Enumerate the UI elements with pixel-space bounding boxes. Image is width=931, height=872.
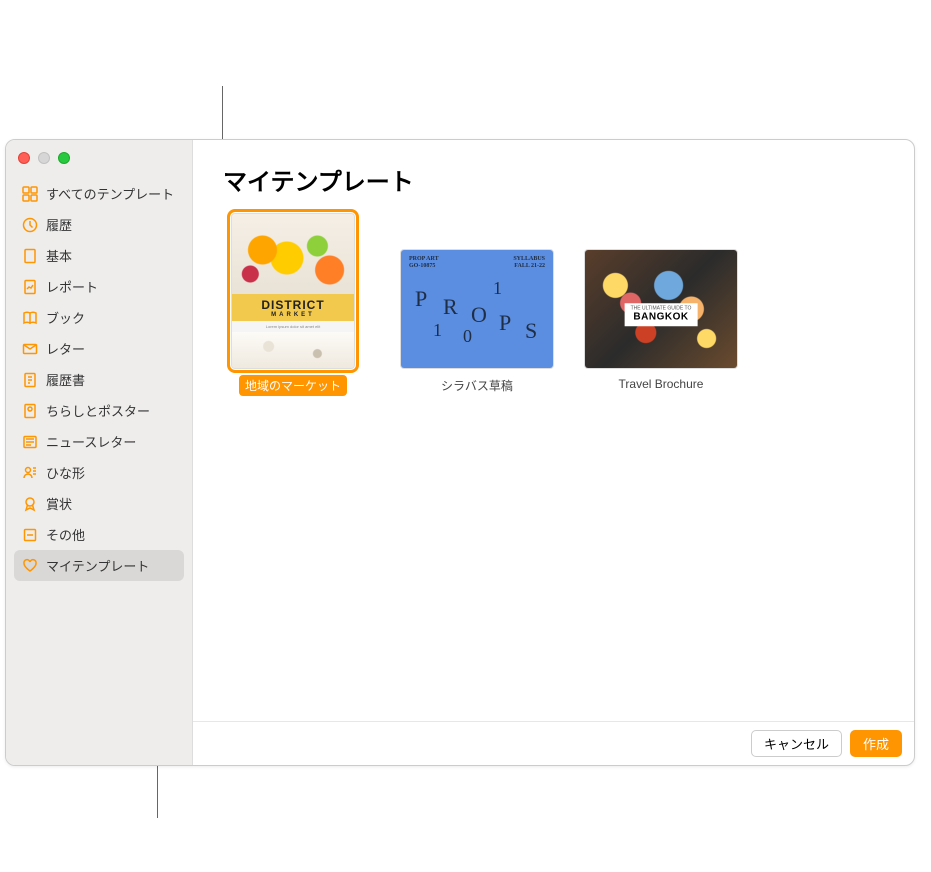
sidebar-item-books[interactable]: ブック — [14, 302, 184, 333]
template-thumbnail: PROP ARTGO-10875 SYLLABUSFALL 21-22 P R … — [400, 249, 554, 369]
thumb-title: DISTRICT — [261, 298, 324, 312]
main-panel: マイテンプレート DISTRICT MARKET Lorem ipsum dol… — [193, 140, 914, 765]
thumb-top-right: SYLLABUSFALL 21-22 — [513, 256, 545, 270]
page-icon — [22, 248, 38, 264]
sidebar-item-label: レポート — [46, 277, 98, 296]
thumb-letters: P R O P S 1 1 0 — [413, 280, 541, 358]
sidebar-item-certificates[interactable]: 賞状 — [14, 488, 184, 519]
template-label: Travel Brochure — [613, 375, 710, 393]
sidebar-item-label: ニュースレター — [46, 432, 136, 451]
flyer-icon — [22, 403, 38, 419]
cancel-button[interactable]: キャンセル — [751, 730, 842, 757]
ribbon-icon — [22, 496, 38, 512]
sidebar-item-recents[interactable]: 履歴 — [14, 209, 184, 240]
template-thumbnail: THE ULTIMATE GUIDE TO BANGKOK — [584, 249, 738, 369]
sidebar-item-label: すべてのテンプレート — [46, 184, 174, 203]
page-title: マイテンプレート — [193, 140, 914, 213]
template-item-travel-brochure[interactable]: THE ULTIMATE GUIDE TO BANGKOK Travel Bro… — [581, 213, 741, 393]
newsletter-icon — [22, 434, 38, 450]
sidebar-item-miscellaneous[interactable]: その他 — [14, 519, 184, 550]
sidebar-item-flyers-posters[interactable]: ちらしとポスター — [14, 395, 184, 426]
thumb-tag-small: THE ULTIMATE GUIDE TO — [631, 305, 692, 311]
close-window-button[interactable] — [18, 152, 30, 164]
sidebar-item-label: マイテンプレート — [46, 556, 149, 575]
stationery-icon — [22, 465, 38, 481]
sidebar-item-label: レター — [46, 339, 85, 358]
template-item-district-market[interactable]: DISTRICT MARKET Lorem ipsum dolor sit am… — [213, 213, 373, 396]
sidebar: すべてのテンプレート 履歴 基本 レポート ブック レター — [6, 140, 193, 765]
sidebar-item-label: 賞状 — [46, 494, 72, 513]
thumb-top-left: PROP ARTGO-10875 — [409, 256, 439, 270]
sidebar-item-letters[interactable]: レター — [14, 333, 184, 364]
template-chooser-window: すべてのテンプレート 履歴 基本 レポート ブック レター — [5, 139, 915, 766]
sidebar-item-label: ひな形 — [46, 463, 85, 482]
sidebar-item-my-templates[interactable]: マイテンプレート — [14, 550, 184, 581]
template-grid: DISTRICT MARKET Lorem ipsum dolor sit am… — [193, 213, 914, 721]
create-button[interactable]: 作成 — [850, 730, 902, 757]
sidebar-item-label: 履歴書 — [46, 370, 85, 389]
template-item-syllabus-draft[interactable]: PROP ARTGO-10875 SYLLABUSFALL 21-22 P R … — [397, 213, 557, 396]
report-icon — [22, 279, 38, 295]
templates-icon — [22, 186, 38, 202]
template-label: 地域のマーケット — [239, 375, 347, 396]
sidebar-item-stationery[interactable]: ひな形 — [14, 457, 184, 488]
sidebar-item-newsletters[interactable]: ニュースレター — [14, 426, 184, 457]
resume-icon — [22, 372, 38, 388]
thumb-subtitle: MARKET — [232, 312, 354, 321]
sidebar-item-label: 基本 — [46, 246, 72, 265]
sidebar-item-label: ちらしとポスター — [46, 401, 150, 420]
footer: キャンセル 作成 — [193, 721, 914, 765]
heart-icon — [22, 558, 38, 574]
template-thumbnail: DISTRICT MARKET Lorem ipsum dolor sit am… — [231, 213, 355, 369]
sidebar-item-label: ブック — [46, 308, 85, 327]
thumb-tag-big: BANGKOK — [631, 312, 692, 323]
book-icon — [22, 310, 38, 326]
sidebar-item-label: 履歴 — [46, 215, 72, 234]
template-label: シラバス草稿 — [435, 375, 519, 396]
zoom-window-button[interactable] — [58, 152, 70, 164]
letter-icon — [22, 341, 38, 357]
window-controls — [6, 146, 192, 178]
sidebar-item-basic[interactable]: 基本 — [14, 240, 184, 271]
sidebar-item-reports[interactable]: レポート — [14, 271, 184, 302]
sidebar-item-label: その他 — [46, 525, 85, 544]
clock-icon — [22, 217, 38, 233]
other-icon — [22, 527, 38, 543]
minimize-window-button[interactable] — [38, 152, 50, 164]
sidebar-category-list: すべてのテンプレート 履歴 基本 レポート ブック レター — [6, 178, 192, 581]
sidebar-item-all-templates[interactable]: すべてのテンプレート — [14, 178, 184, 209]
sidebar-item-resumes[interactable]: 履歴書 — [14, 364, 184, 395]
